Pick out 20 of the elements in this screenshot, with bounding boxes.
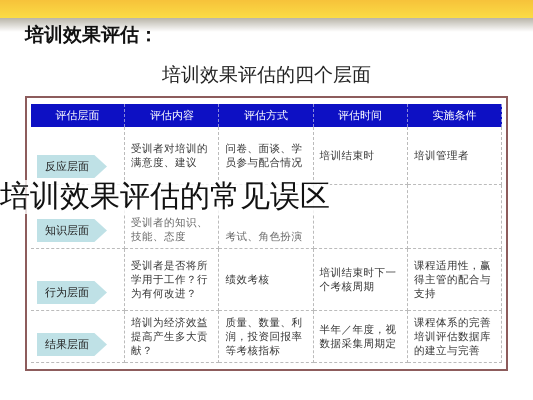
column-header: 评估层面 <box>31 104 126 127</box>
column-header: 评估时间 <box>314 104 408 127</box>
table-cell: 培训结束时下一个考核周期 <box>314 249 408 311</box>
column-header: 评估内容 <box>125 104 220 127</box>
table-cell: 半年／年度，视数据采集周期定 <box>314 311 408 363</box>
table-cell: 质量、数量、利润，投资回报率等考核指标 <box>219 311 314 363</box>
slide-heading: 培训效果评估： <box>23 23 158 48</box>
slide-subtitle: 培训效果评估的四个层面 <box>162 63 371 88</box>
table-cell: 绩效考核 <box>219 249 314 311</box>
level-tag: 反应层面 <box>37 155 107 178</box>
column-header: 实施条件 <box>408 104 502 127</box>
level-tag: 知识层面 <box>37 219 107 242</box>
table-cell: 培训为经济效益提高产生多大贡献？ <box>125 311 220 363</box>
table-cell: 课程体系的完善培训评估数据库的建立与完善 <box>408 311 502 363</box>
table-cell: 受训者是否将所学用于工作？行为有何改进？ <box>125 249 220 311</box>
column-header: 评估方式 <box>219 104 314 127</box>
level-tag: 结果层面 <box>37 333 107 356</box>
level-tag: 行为层面 <box>37 281 107 304</box>
table-cell: 培训管理者 <box>408 127 502 185</box>
table-cell: 课程适用性，赢得主管的配合与支持 <box>408 249 502 311</box>
